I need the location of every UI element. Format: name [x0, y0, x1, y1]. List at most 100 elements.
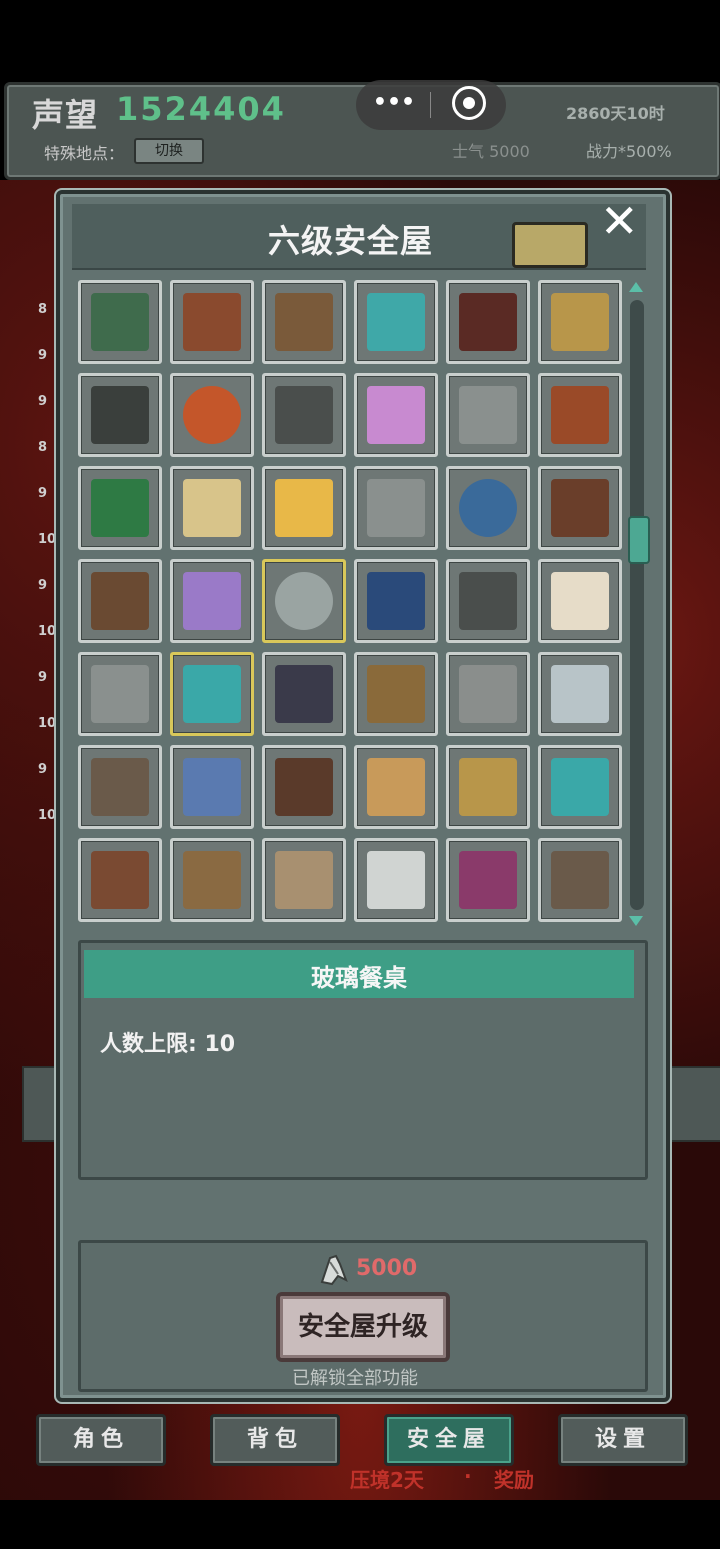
item-slot-tv-stand[interactable]	[78, 838, 162, 922]
item-slot-hero-figure[interactable]	[262, 652, 346, 736]
robot-icon	[459, 665, 517, 723]
tv-stand-icon	[91, 851, 149, 909]
item-slot-piano[interactable]	[538, 466, 622, 550]
day-counter: 2860天10时	[566, 104, 665, 123]
item-slot-rug-frame[interactable]	[170, 838, 254, 922]
work-table-icon	[551, 386, 609, 444]
item-slot-vent-grill[interactable]	[262, 373, 346, 457]
item-slot-work-table[interactable]	[538, 373, 622, 457]
item-slot-crafting-table[interactable]	[170, 280, 254, 364]
item-slot-bed-2[interactable]	[262, 838, 346, 922]
drawer-cabinet-icon	[275, 758, 333, 816]
reward-link[interactable]: 奖励	[494, 1464, 534, 1493]
item-name: 玻璃餐桌	[311, 964, 407, 992]
material-icon	[320, 1254, 348, 1286]
garden-mat-icon	[551, 293, 609, 351]
item-slot-lab-bench[interactable]	[538, 652, 622, 736]
panel-title: 六级安全屋	[268, 222, 434, 260]
bed-icon	[551, 572, 609, 630]
toy-box-icon	[91, 572, 149, 630]
dining-table-long-icon	[551, 851, 609, 909]
item-slot-sewing-table[interactable]	[170, 652, 254, 736]
sewing-table-2-icon	[551, 758, 609, 816]
radio-icon	[183, 479, 241, 537]
side-level-number: 10	[38, 808, 57, 823]
scroll-up-arrow-icon[interactable]	[629, 282, 643, 292]
morale-value: 士气 5000	[452, 142, 530, 161]
item-slot-arcade-machine[interactable]	[354, 373, 438, 457]
item-slot-gamepad[interactable]	[170, 745, 254, 829]
item-slot-sewing-table-2[interactable]	[538, 745, 622, 829]
more-menu-button[interactable]: •••	[372, 90, 416, 115]
unlocked-note: 已解锁全部功能	[292, 1368, 418, 1389]
item-slot-fish-tank[interactable]	[354, 280, 438, 364]
glass-table-icon	[275, 572, 333, 630]
item-slot-dining-table-long[interactable]	[538, 838, 622, 922]
switch-button[interactable]: 切换	[134, 138, 204, 164]
side-level-number: 10	[38, 624, 57, 639]
scroll-down-arrow-icon[interactable]	[629, 916, 643, 926]
upgrade-button[interactable]: 安全屋升级	[276, 1292, 450, 1362]
item-slot-radio[interactable]	[170, 466, 254, 550]
nav-safehouse-button[interactable]: 安全屋	[384, 1414, 514, 1466]
capsule-divider	[430, 92, 431, 118]
item-slot-bookshelf[interactable]	[354, 652, 438, 736]
item-slot-dining-table-small[interactable]	[78, 745, 162, 829]
item-slot-kitchen-counter[interactable]	[354, 745, 438, 829]
item-slot-garden-mat[interactable]	[538, 280, 622, 364]
item-slot-pool-table[interactable]	[78, 466, 162, 550]
item-slot-arcade-cabinet[interactable]	[354, 559, 438, 643]
rug-frame-icon	[183, 851, 241, 909]
item-slot-control-panel-2[interactable]	[78, 373, 162, 457]
side-card-right[interactable]	[664, 1066, 720, 1142]
item-slot-engine-machine-2[interactable]	[354, 466, 438, 550]
side-level-number: 10	[38, 532, 57, 547]
nav-bag-button[interactable]: 背包	[210, 1414, 340, 1466]
lab-bench-icon	[551, 665, 609, 723]
item-slot-control-panel[interactable]	[78, 280, 162, 364]
reputation-label: 声望	[32, 96, 99, 134]
item-slot-vent-grill-2[interactable]	[446, 559, 530, 643]
item-slot-basketball[interactable]	[170, 373, 254, 457]
item-slot-robot[interactable]	[446, 652, 530, 736]
vent-grill-icon	[275, 386, 333, 444]
round-sign-icon	[459, 479, 517, 537]
arcade-machine-icon	[367, 386, 425, 444]
side-level-number: 9	[38, 762, 48, 777]
item-slot-engine-machine[interactable]	[446, 373, 530, 457]
item-slot-desk-plants[interactable]	[354, 838, 438, 922]
engine-machine-3-icon	[91, 665, 149, 723]
item-slot-rug-bed[interactable]	[446, 280, 530, 364]
side-level-number: 9	[38, 394, 48, 409]
item-slot-garden-mat-2[interactable]	[446, 745, 530, 829]
item-slot-bean-bag[interactable]	[262, 466, 346, 550]
garden-mat-2-icon	[459, 758, 517, 816]
side-level-number: 8	[38, 302, 48, 317]
scrollbar-thumb[interactable]	[628, 516, 650, 564]
status-separator: ·	[464, 1464, 472, 1488]
item-slot-shelf-board[interactable]	[262, 280, 346, 364]
control-panel-icon	[91, 293, 149, 351]
basketball-icon	[183, 386, 241, 444]
item-slot-sofa-mat[interactable]	[170, 559, 254, 643]
item-slot-round-sign[interactable]	[446, 466, 530, 550]
sewing-table-icon	[183, 665, 241, 723]
bookshelf-icon	[367, 665, 425, 723]
scrollbar-track[interactable]	[630, 300, 644, 910]
item-slot-toy-box[interactable]	[78, 559, 162, 643]
item-slot-drawer-cabinet[interactable]	[262, 745, 346, 829]
item-slot-bed[interactable]	[538, 559, 622, 643]
reputation-value: 1524404	[116, 90, 286, 128]
close-app-button[interactable]	[452, 86, 486, 120]
item-slot-control-panel-3[interactable]	[446, 838, 530, 922]
nav-settings-button[interactable]: 设置	[558, 1414, 688, 1466]
item-slot-glass-table[interactable]	[262, 559, 346, 643]
item-capacity: 人数上限: 10	[100, 1032, 236, 1057]
arcade-cabinet-icon	[367, 572, 425, 630]
close-icon[interactable]: ✕	[600, 194, 639, 248]
side-level-number: 9	[38, 486, 48, 501]
special-location-label: 特殊地点：	[44, 144, 125, 163]
nav-role-button[interactable]: 角色	[36, 1414, 166, 1466]
gamepad-icon	[183, 758, 241, 816]
item-slot-engine-machine-3[interactable]	[78, 652, 162, 736]
